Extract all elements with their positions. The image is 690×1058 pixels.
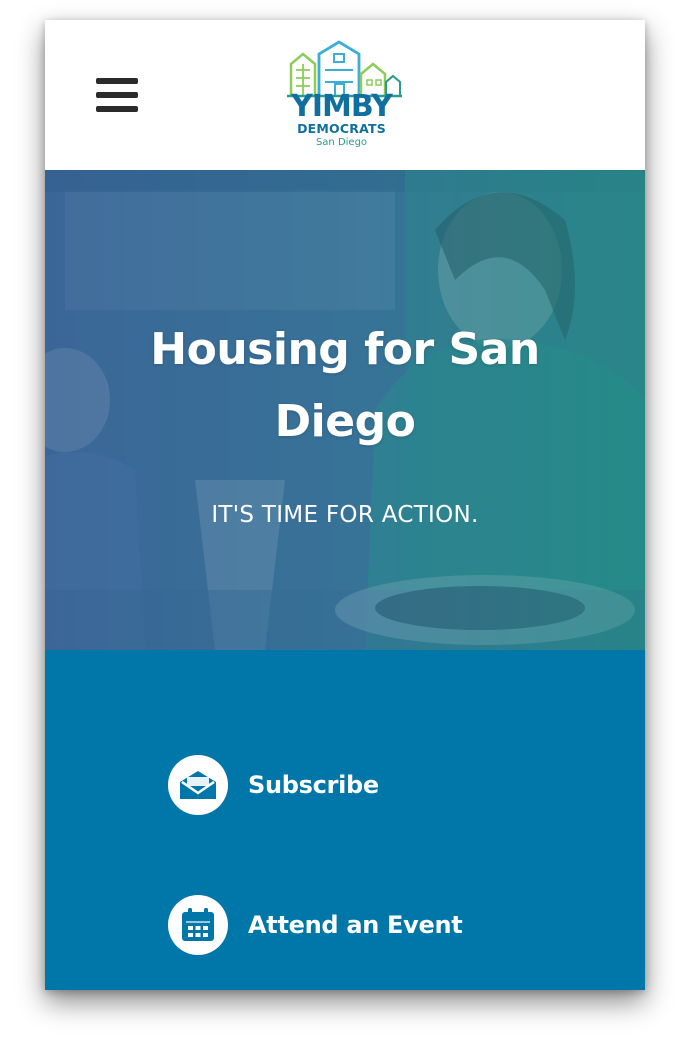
site-logo[interactable]: YIMBY DEMOCRATS San Diego <box>285 40 410 152</box>
calendar-icon <box>168 895 228 955</box>
hamburger-menu-icon[interactable] <box>96 78 138 112</box>
subscribe-link[interactable]: Subscribe <box>168 754 379 816</box>
call-to-action-band: Subscribe Attend an Event <box>45 650 645 990</box>
hero-tagline: IT'S TIME FOR ACTION. <box>211 502 479 528</box>
phone-frame: YIMBY DEMOCRATS San Diego Housing for Sa… <box>45 20 645 990</box>
hero-title: Housing for San Diego <box>150 324 540 447</box>
site-header: YIMBY DEMOCRATS San Diego <box>45 20 645 170</box>
envelope-icon <box>168 755 228 815</box>
hero-banner: Housing for San Diego IT'S TIME FOR ACTI… <box>45 170 645 650</box>
logo-subtitle: DEMOCRATS <box>297 121 386 136</box>
attend-event-link[interactable]: Attend an Event <box>168 894 463 956</box>
logo-wordmark: YIMBY <box>291 89 393 124</box>
logo-city: San Diego <box>315 137 368 148</box>
attend-event-label: Attend an Event <box>248 911 463 939</box>
subscribe-label: Subscribe <box>248 771 379 799</box>
